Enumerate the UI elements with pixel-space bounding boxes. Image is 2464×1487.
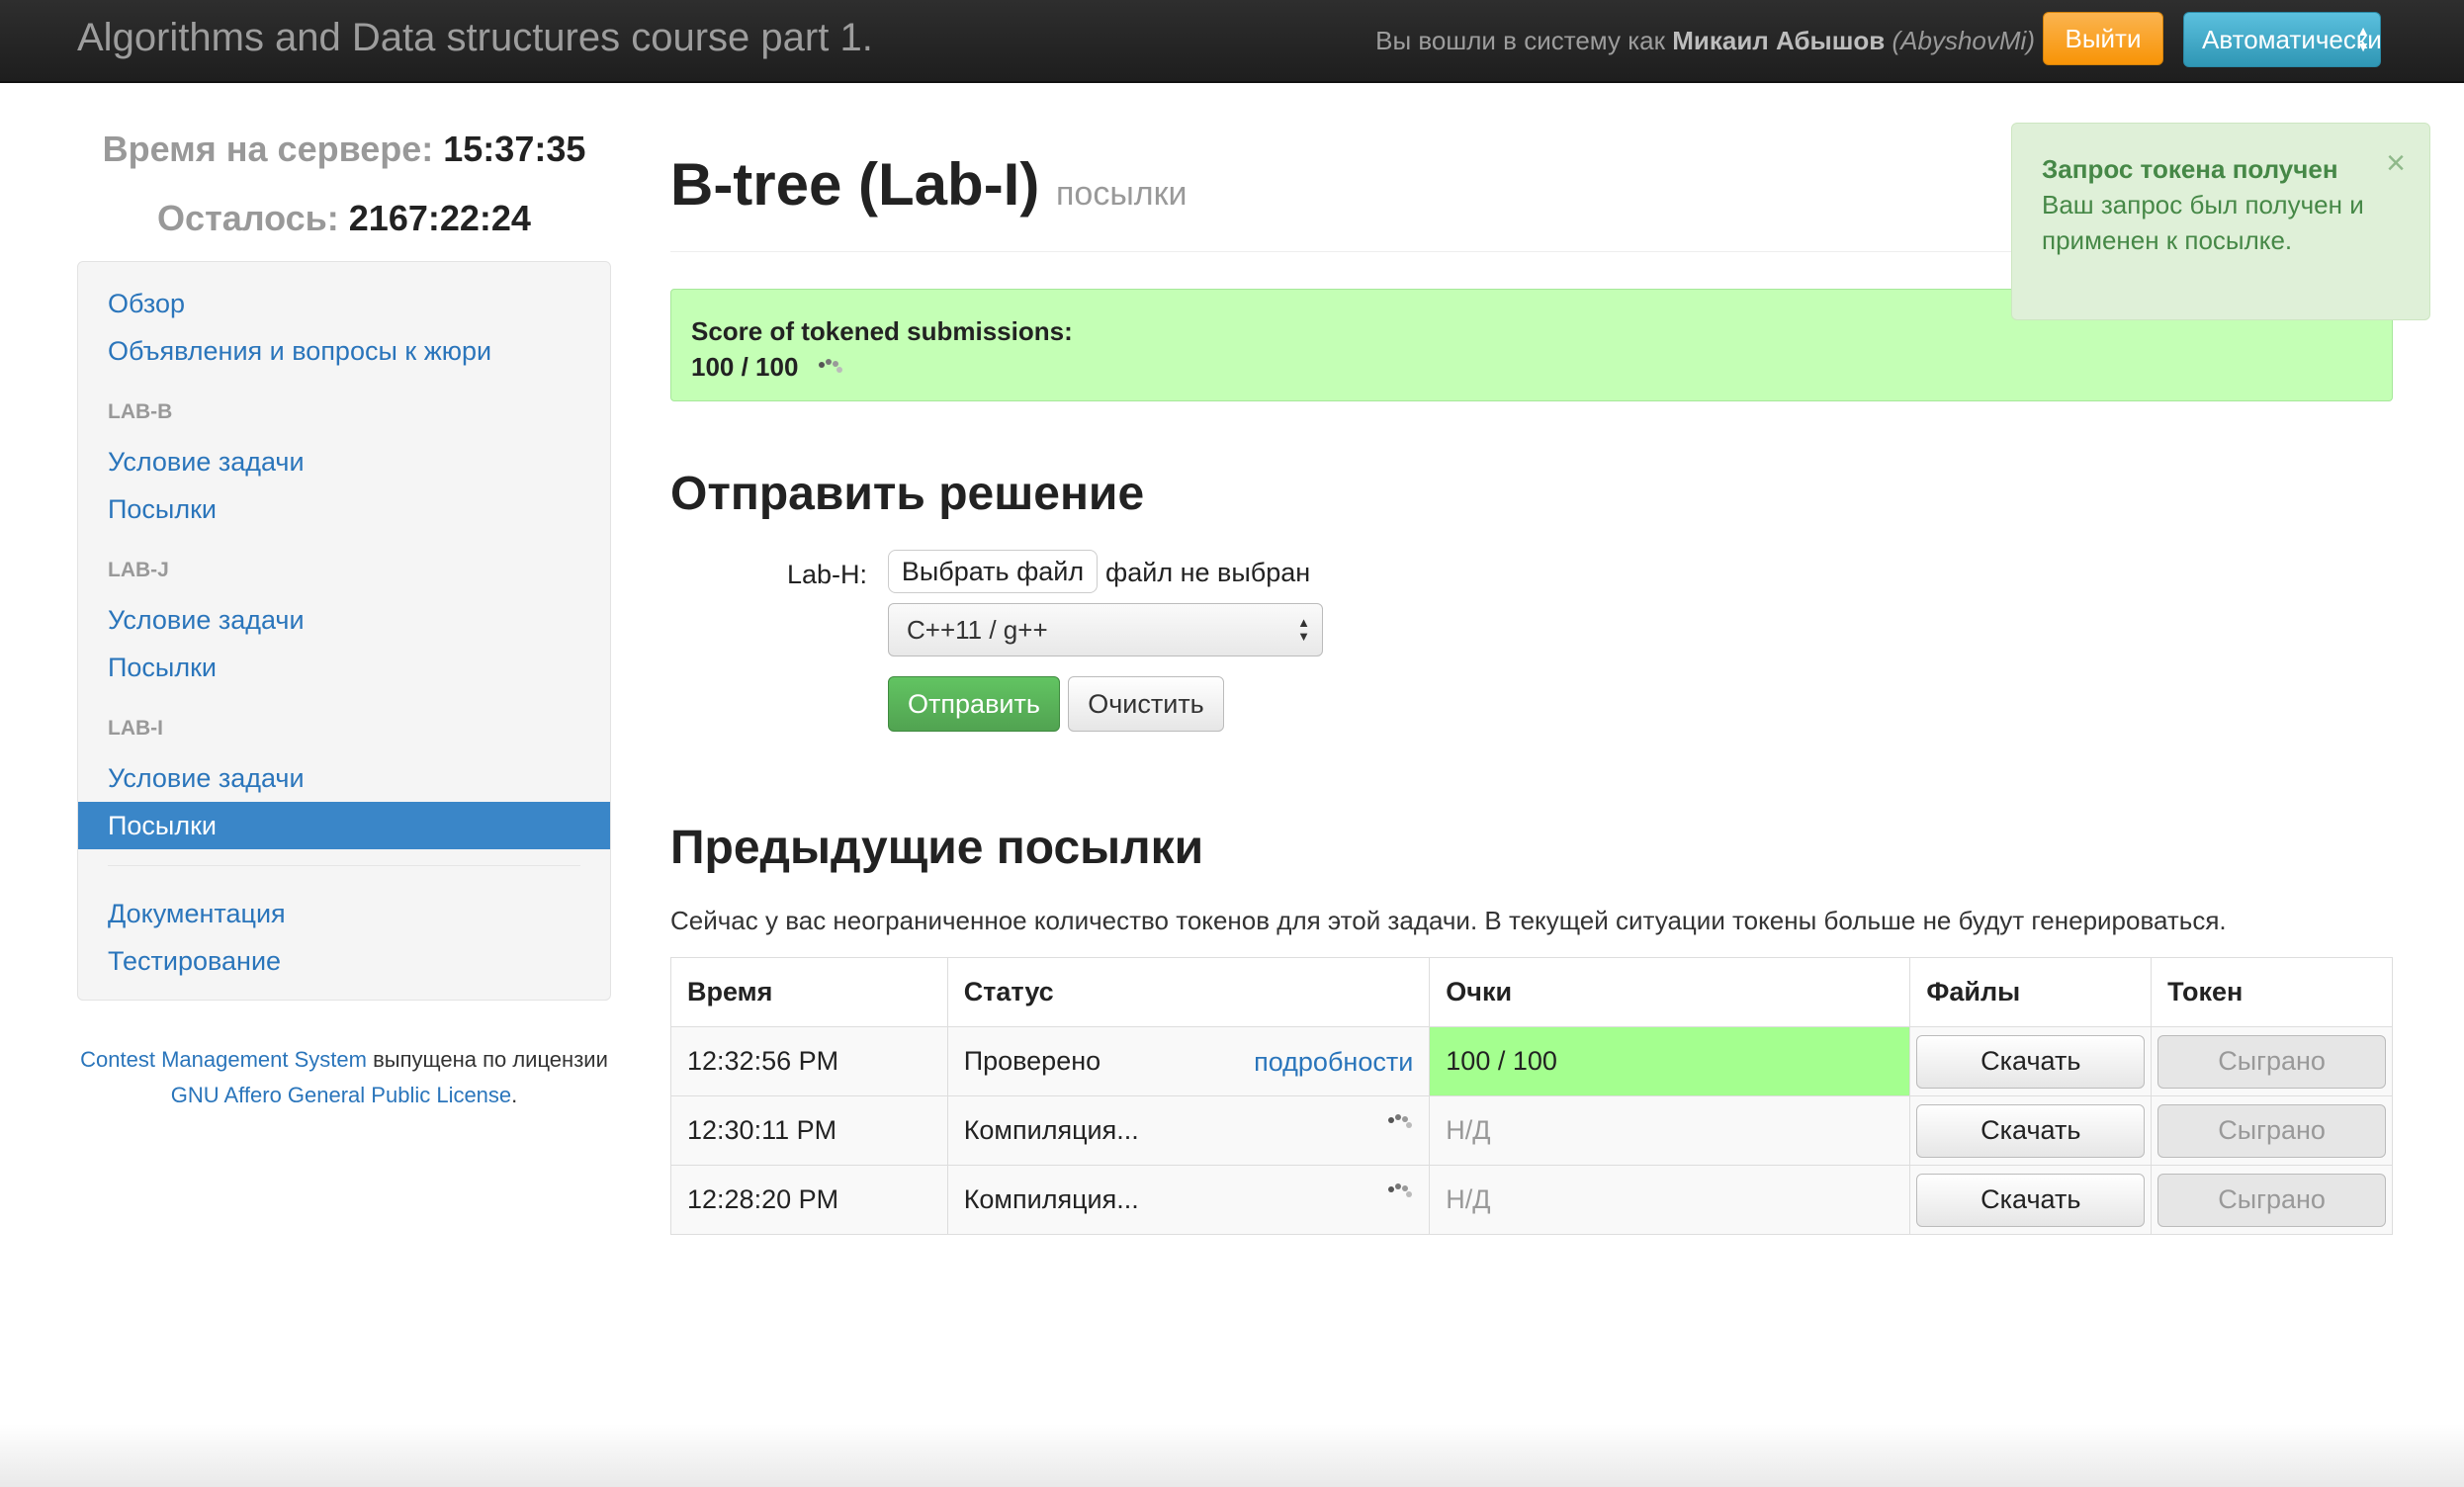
logout-button[interactable]: Выйти [2043,12,2163,65]
sidebar-header-lab-j: LAB-J [108,559,169,581]
sidebar-item-announcements[interactable]: Объявления и вопросы к жюри [78,327,610,375]
page-bottom-edge [0,1424,2464,1487]
login-prefix: Вы вошли в систему как [1375,26,1673,55]
files-cell: Скачать [1909,1026,2153,1096]
sidebar-item-lab-j-statement[interactable]: Условие задачи [78,596,610,644]
token-played-button: Сыграно [2157,1173,2386,1227]
table-row: 12:32:56 PM Проверено подробности 100 / … [670,1026,2393,1096]
loading-spinner-icon [1388,1114,1413,1128]
remaining-label: Осталось: [157,198,349,238]
notification-body: Ваш запрос был получен и применен к посы… [2042,190,2364,255]
submission-score: Н/Д [1429,1095,1911,1166]
files-cell: Скачать [1909,1165,2153,1235]
dropdown-arrows-icon: ▲ ▼ [1297,615,1310,644]
column-header-token: Токен [2151,957,2393,1027]
sidebar-header-lab-i: LAB-I [108,717,163,740]
table-row: 12:30:11 PM Компиляция... Н/Д Скачать Сы… [670,1095,2393,1166]
download-button[interactable]: Скачать [1916,1103,2146,1158]
table-row: 12:28:20 PM Компиляция... Н/Д Скачать Сы… [670,1165,2393,1235]
server-time-label: Время на сервере: [102,129,444,169]
sidebar-item-overview[interactable]: Обзор [78,280,610,327]
sidebar-divider [108,865,580,866]
submission-time: 12:30:11 PM [670,1095,948,1166]
sidebar-nav: Обзор Объявления и вопросы к жюри LAB-B … [77,261,611,1001]
submission-time: 12:32:56 PM [670,1026,948,1096]
token-notification: × Запрос токена получен Ваш запрос был п… [2011,123,2430,320]
sidebar-item-documentation[interactable]: Документация [78,890,610,937]
submission-status: Компиляция... [963,1115,1139,1145]
brand-title[interactable]: Algorithms and Data structures course pa… [77,16,873,60]
remaining-value: 2167:22:24 [348,198,531,238]
token-played-button: Сыграно [2157,1103,2386,1158]
submission-score: 100 / 100 [1429,1026,1911,1096]
download-button[interactable]: Скачать [1916,1173,2146,1227]
sidebar-item-lab-j-submissions[interactable]: Посылки [78,644,610,691]
notification-title: Запрос токена получен [2042,154,2338,184]
server-time: Время на сервере: 15:37:35 [77,129,611,170]
table-header-row: Время Статус Очки Файлы Токен [670,957,2393,1027]
submit-heading: Отправить решение [670,468,1145,520]
task-title: B-tree (Lab-I) [670,151,1040,218]
submission-status: Компиляция... [963,1184,1139,1214]
select-arrows-icon: ▲ ▼ [2356,23,2370,54]
top-navbar: Algorithms and Data structures course pa… [0,0,2464,83]
language-dropdown-value: C++11 / g++ [907,614,1048,645]
submission-time: 12:28:20 PM [670,1165,948,1235]
sidebar-item-lab-i-submissions[interactable]: Посылки [78,802,610,849]
token-cell: Сыграно [2151,1095,2393,1166]
close-icon[interactable]: × [2386,145,2406,181]
time-remaining: Осталось: 2167:22:24 [77,198,611,239]
column-header-status: Статус [946,957,1431,1027]
submission-status: Проверено [963,1046,1101,1076]
sidebar-item-lab-b-submissions[interactable]: Посылки [78,485,610,533]
submissions-table: Время Статус Очки Файлы Токен 12:32:56 P… [670,957,2393,1235]
language-select-value: Автоматически [2202,24,2381,54]
cms-link[interactable]: Contest Management System [80,1047,367,1072]
choose-file-button[interactable]: Выбрать файл [888,550,1098,593]
files-cell: Скачать [1909,1095,2153,1166]
details-link[interactable]: подробности [1254,1047,1413,1078]
license-footer: Contest Management System выпущена по ли… [77,1042,611,1113]
loading-spinner-icon [818,359,842,374]
submission-status-cell: Компиляция... [946,1095,1431,1166]
sidebar-item-lab-b-statement[interactable]: Условие задачи [78,438,610,485]
login-status: Вы вошли в систему как Микаил Абышов (Ab… [1375,26,2035,56]
user-login: (AbyshovMi) [1892,26,2035,55]
license-link[interactable]: GNU Affero General Public License [171,1083,511,1107]
clear-button[interactable]: Очистить [1068,676,1224,732]
file-status-text: файл не выбран [1105,558,1311,587]
page-subtitle: посылки [1056,175,1188,213]
download-button[interactable]: Скачать [1916,1034,2146,1089]
score-value: 100 / 100 [691,352,799,382]
language-select[interactable]: Автоматически ▲ ▼ [2183,12,2381,67]
user-name: Микаил Абышов [1672,26,1886,55]
server-time-value: 15:37:35 [443,129,586,169]
submission-score: Н/Д [1429,1165,1911,1235]
token-played-button: Сыграно [2157,1034,2386,1089]
page-title: B-tree (Lab-I) посылки [670,150,1187,219]
language-dropdown[interactable]: C++11 / g++ ▲ ▼ [888,603,1323,656]
score-line: 100 / 100 [691,349,2372,385]
license-text: выпущена по лицензии [366,1047,608,1072]
file-field-label: Lab-H: [787,560,868,589]
submission-status-cell: Компиляция... [946,1165,1431,1235]
sidebar-item-lab-i-statement[interactable]: Условие задачи [78,754,610,802]
token-cell: Сыграно [2151,1026,2393,1096]
tokens-note: Сейчас у вас неограниченное количество т… [670,906,2227,935]
submission-status-cell: Проверено подробности [946,1026,1431,1096]
sidebar-item-testing[interactable]: Тестирование [78,937,610,985]
previous-submissions-heading: Предыдущие посылки [670,822,1204,874]
loading-spinner-icon [1388,1183,1413,1197]
license-text-end: . [511,1083,518,1107]
token-cell: Сыграно [2151,1165,2393,1235]
send-button[interactable]: Отправить [888,676,1060,732]
sidebar-header-lab-b: LAB-B [108,400,173,423]
column-header-time: Время [670,957,948,1027]
column-header-files: Файлы [1909,957,2153,1027]
column-header-score: Очки [1429,957,1911,1027]
